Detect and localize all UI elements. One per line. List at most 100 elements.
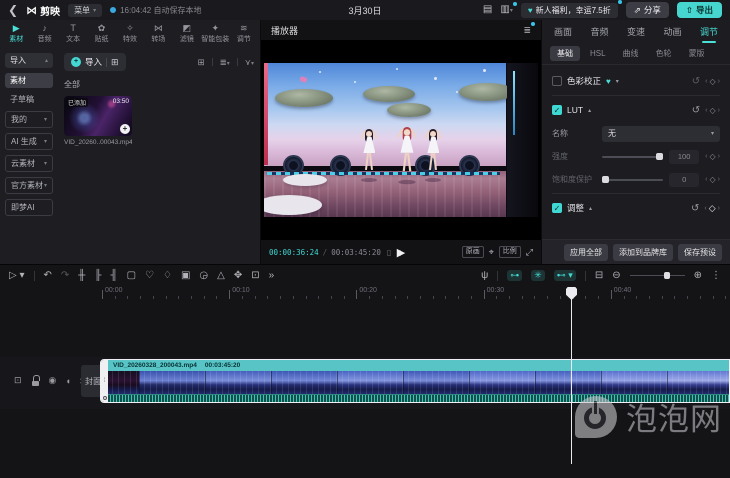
zoom-out-icon[interactable]: ⊖ <box>612 271 620 281</box>
nav-item-material[interactable]: 素材 <box>5 73 53 88</box>
reset-icon[interactable]: ↺ <box>692 105 700 116</box>
media-tab-7[interactable]: ✦智能包装 <box>201 23 229 44</box>
lut-select[interactable]: 无 ▾ <box>602 126 720 142</box>
kf-prev-icon[interactable]: ‹ <box>705 176 707 183</box>
chevron-up-icon[interactable]: ▴ <box>588 107 591 114</box>
speaker-icon[interactable]: ◖ <box>65 376 70 386</box>
chevron-up-icon[interactable]: ▴ <box>589 205 592 212</box>
preview-axis-icon[interactable]: ✳ <box>531 270 545 281</box>
saturation-value[interactable]: 0 <box>669 173 699 187</box>
tab-animation[interactable]: 动画 <box>663 25 681 38</box>
subtab-basic[interactable]: 基础 <box>550 46 580 61</box>
add-to-brand-button[interactable]: 添加到品牌库 <box>613 244 673 261</box>
player-menu-icon[interactable]: ≣ <box>523 25 531 36</box>
more-tools-icon[interactable]: » <box>269 271 275 281</box>
snap-icon[interactable]: ⊶ <box>507 270 522 281</box>
crop-icon[interactable]: ⊡ <box>251 271 259 281</box>
timeline-zoom-slider[interactable] <box>630 272 685 280</box>
slider-handle[interactable] <box>656 153 663 160</box>
adjust-checkbox[interactable]: ✓ <box>552 203 562 213</box>
slider-handle[interactable] <box>602 176 609 183</box>
tab-speed[interactable]: 变速 <box>627 25 645 38</box>
fullscreen-icon[interactable]: ⤢ <box>526 247 533 258</box>
media-tab-5[interactable]: ⋈转场 <box>144 23 172 44</box>
kf-next-icon[interactable]: › <box>718 107 720 114</box>
subtab-mask[interactable]: 蒙版 <box>682 46 712 61</box>
undo-icon[interactable]: ↶ <box>44 271 52 281</box>
media-clip-card[interactable]: 已添加 03:50 + VID_20260..00043.mp4 <box>64 96 132 146</box>
lut-checkbox[interactable]: ✓ <box>552 105 562 115</box>
keyframe-icon[interactable]: ◇ <box>710 106 716 115</box>
nav-item-subdraft[interactable]: 子草稿 <box>5 93 53 106</box>
reverse-icon[interactable]: ◶ <box>199 271 208 281</box>
split-icon[interactable]: ╫ <box>78 271 85 281</box>
back-icon[interactable]: ❮ <box>8 4 18 16</box>
kf-next-icon[interactable]: › <box>718 78 720 85</box>
subtab-curves[interactable]: 曲线 <box>616 46 646 61</box>
clip-fade-handle[interactable] <box>103 396 107 400</box>
eye-icon[interactable]: ◉ <box>49 375 57 386</box>
zoom-in-icon[interactable]: ⊕ <box>694 271 702 281</box>
filter-all-label[interactable]: 全部 <box>64 79 254 90</box>
chevron-down-icon[interactable]: ▾ <box>616 78 619 85</box>
snapshot-icon[interactable]: ⌖ <box>489 247 494 258</box>
media-tab-1[interactable]: ♪音频 <box>30 23 58 44</box>
filter-icon[interactable]: ⋎▾ <box>245 57 254 68</box>
kf-prev-icon[interactable]: ‹ <box>705 78 707 85</box>
mirror-icon[interactable]: △ <box>217 271 225 281</box>
nav-group-cloud[interactable]: 云素材 ▾ <box>5 155 53 172</box>
more-icon[interactable]: ⋮ <box>711 271 721 281</box>
media-tab-2[interactable]: T文本 <box>59 23 87 44</box>
keyframe-icon[interactable]: ◇ <box>710 152 716 161</box>
save-preset-button[interactable]: 保存预设 <box>678 244 722 261</box>
quality-button[interactable]: 原画 <box>462 246 484 258</box>
main-track-icon[interactable]: ⊡ <box>14 375 22 386</box>
nav-group-mine[interactable]: 我的 ▾ <box>5 111 53 128</box>
voiceover-icon[interactable]: ψ <box>481 271 488 281</box>
strength-value[interactable]: 100 <box>669 150 699 164</box>
timeline-ruler[interactable]: 00:0000:1000:2000:3000:40 <box>0 286 730 301</box>
view-grid-icon[interactable]: ⊞ <box>197 57 204 68</box>
matting-icon[interactable]: ▣ <box>181 271 190 281</box>
reset-icon[interactable]: ↺ <box>692 76 700 87</box>
media-tab-0[interactable]: ▶素材 <box>2 23 30 44</box>
reset-icon[interactable]: ↺ <box>691 203 699 214</box>
layout-switch-icon[interactable]: ▥▾ <box>500 5 512 15</box>
nav-group-jimeng[interactable]: 即梦AI <box>5 199 53 216</box>
delete-icon[interactable]: ▢ <box>127 271 136 281</box>
video-preview[interactable] <box>264 63 538 217</box>
workspace-icon[interactable]: ▤ <box>483 5 492 15</box>
ratio-button[interactable]: 比例 <box>499 246 521 258</box>
trim-left-icon[interactable]: ╟ <box>94 271 101 281</box>
kf-prev-icon[interactable]: ‹ <box>705 107 707 114</box>
media-tab-4[interactable]: ✧特效 <box>116 23 144 44</box>
kf-prev-icon[interactable]: ‹ <box>704 205 706 212</box>
nav-group-import[interactable]: 导入 ▴ <box>5 53 53 68</box>
share-button[interactable]: ⇗ 分享 <box>626 2 669 18</box>
rotate-icon[interactable]: ✥ <box>234 271 242 281</box>
link-icon[interactable]: ⊷ ▾ <box>554 270 576 281</box>
menu-button[interactable]: 菜单 ▾ <box>68 4 102 17</box>
color-correction-checkbox[interactable] <box>552 76 562 86</box>
nav-group-ai-generate[interactable]: AI 生成 ▾ <box>5 133 53 150</box>
apply-all-button[interactable]: 应用全部 <box>564 244 608 261</box>
adjust-view-icon[interactable]: ⊟ <box>595 271 603 281</box>
freeze-frame-icon[interactable]: ♡ <box>145 271 154 281</box>
kf-next-icon[interactable]: › <box>718 176 720 183</box>
kf-next-icon[interactable]: › <box>718 205 720 212</box>
sort-icon[interactable]: ≣▾ <box>220 57 230 68</box>
nav-group-official[interactable]: 官方素材 ▾ <box>5 177 53 194</box>
trim-right-icon[interactable]: ╢ <box>110 271 117 281</box>
subtab-hsl[interactable]: HSL <box>583 47 613 60</box>
promo-banner[interactable]: ♥ 新人福利，幸运7.5折 <box>521 3 618 18</box>
media-tab-6[interactable]: ◩滤镜 <box>173 23 201 44</box>
saturation-slider[interactable] <box>602 176 663 184</box>
step-back-icon[interactable]: ▯ <box>387 248 391 257</box>
media-thumbnail[interactable]: 已添加 03:50 + <box>64 96 132 136</box>
keyframe-icon[interactable]: ◇ <box>710 175 716 184</box>
redo-icon[interactable]: ↷ <box>61 271 69 281</box>
media-tab-3[interactable]: ✿贴纸 <box>87 23 115 44</box>
media-tab-8[interactable]: ≋调节 <box>230 23 258 44</box>
kf-next-icon[interactable]: › <box>718 153 720 160</box>
subtab-colorwheel[interactable]: 色轮 <box>649 46 679 61</box>
